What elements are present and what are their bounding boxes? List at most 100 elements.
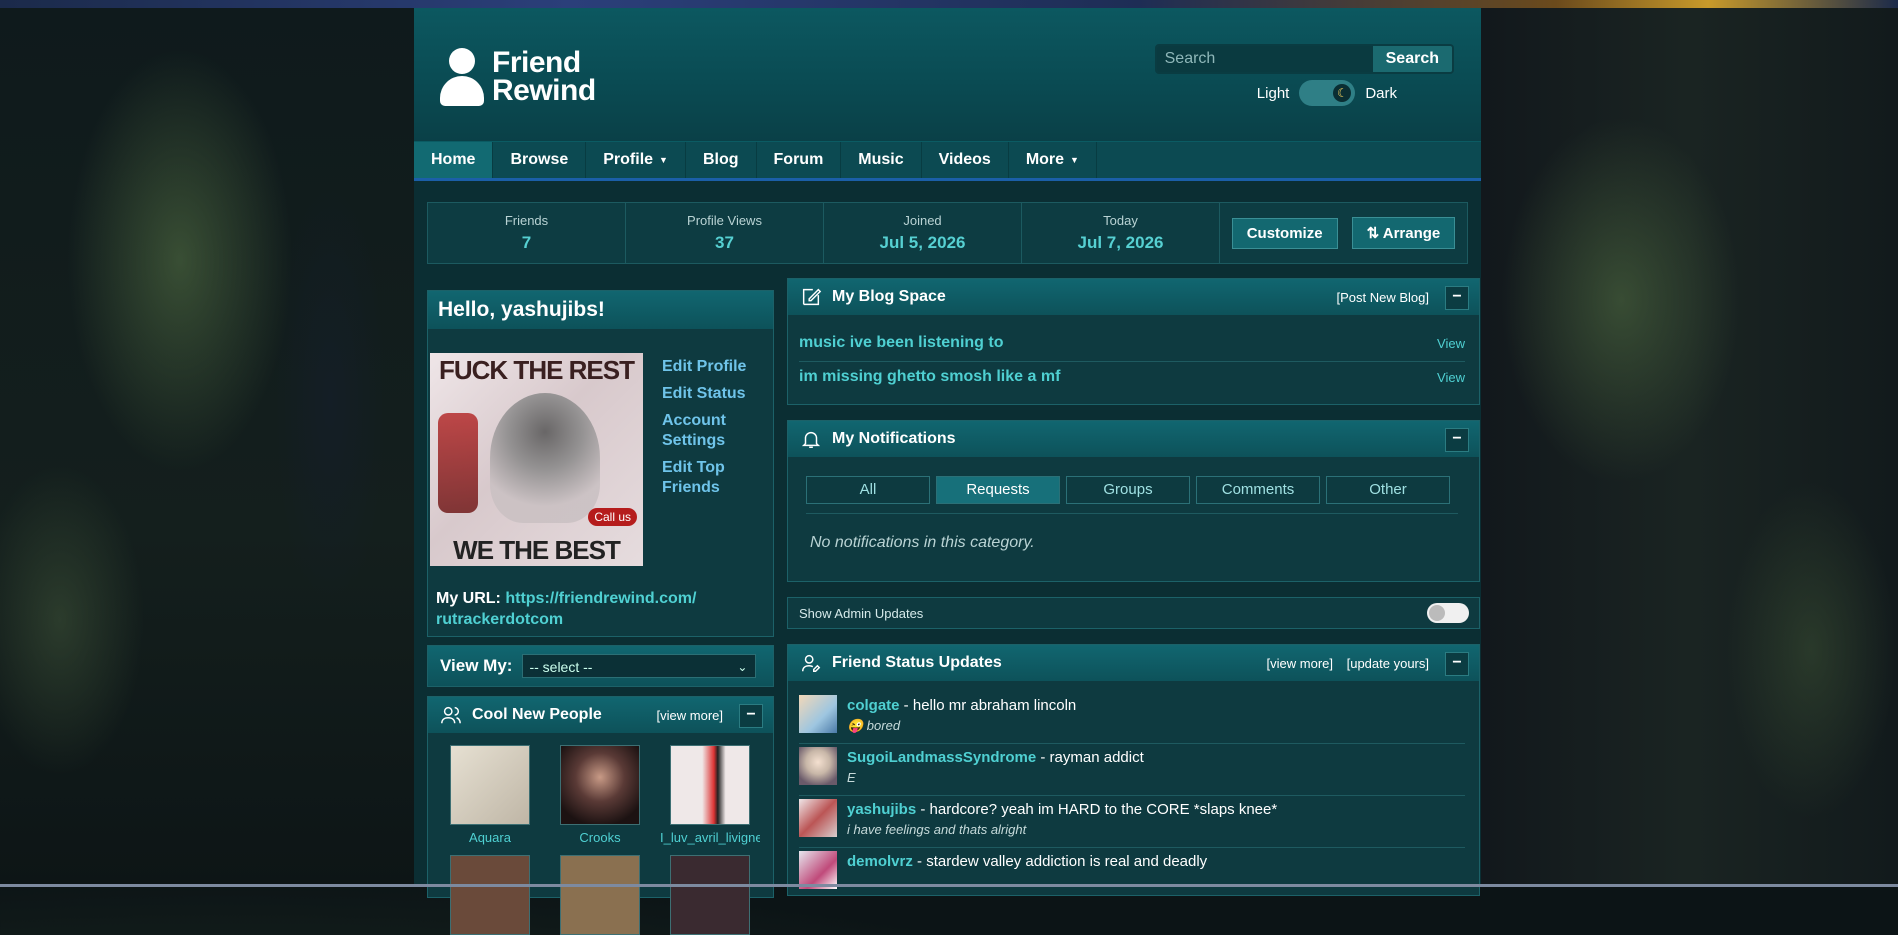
friend-name: I_luv_avril_livigne [660, 830, 760, 845]
divider [806, 513, 1458, 514]
friend-card[interactable]: Crooks [550, 745, 650, 845]
nav-music[interactable]: Music [841, 142, 922, 178]
friend-photo [670, 855, 750, 935]
logo-text: Friend Rewind [492, 48, 596, 106]
status-user[interactable]: colgate [847, 697, 900, 714]
hello-heading: Hello, yashujibs! [428, 291, 773, 329]
nav-profile[interactable]: Profile ▼ [586, 142, 686, 178]
friend-name: Aquara [469, 830, 511, 845]
blog-entry[interactable]: music ive been listening to View [799, 334, 1465, 352]
arrange-button[interactable]: ⇅ Arrange [1351, 217, 1456, 249]
notifications-panel: My Notifications − All Requests Groups C… [787, 420, 1480, 582]
avatar-text-top: FUCK THE REST [439, 355, 635, 385]
view-my-select[interactable]: -- select -- ⌄ [522, 654, 757, 678]
status-user[interactable]: demolvrz [847, 853, 913, 870]
friend-avatar[interactable] [799, 747, 837, 785]
friend-avatar[interactable] [799, 799, 837, 837]
cool-new-people-panel: Cool New People [view more] − Aquara Cro… [427, 696, 774, 935]
cool-people-view-more[interactable]: [view more] [657, 708, 723, 723]
status-mood: 😜 bored [847, 718, 901, 733]
user-icon [802, 654, 821, 672]
friend-photo [560, 745, 640, 825]
status-item: demolvrz - stardew valley addiction is r… [799, 847, 1465, 899]
stats-bar: Friends 7 Profile Views 37 Joined Jul 5, 20… [427, 202, 1468, 264]
view-my-panel: View My: -- select -- ⌄ [427, 645, 774, 687]
friend-photo [560, 855, 640, 935]
collapse-button[interactable]: − [1445, 428, 1469, 452]
stat-profile-views: Profile Views 37 [626, 203, 824, 263]
divider [799, 361, 1465, 362]
collapse-button[interactable]: − [1445, 286, 1469, 310]
admin-updates-toggle[interactable] [1427, 603, 1469, 623]
nav-browse[interactable]: Browse [493, 142, 587, 178]
status-mood: E [847, 770, 856, 785]
friend-card[interactable]: Aquara [440, 745, 540, 845]
friend-card[interactable] [660, 855, 760, 935]
stat-friends: Friends 7 [428, 203, 626, 263]
collapse-button[interactable]: − [1445, 652, 1469, 676]
update-status-link[interactable]: [update yours] [1347, 656, 1429, 671]
admin-updates-label: Show Admin Updates [799, 605, 924, 621]
search-bar: Search [1154, 44, 1454, 74]
bell-icon [801, 431, 821, 448]
status-item: yashujibs - hardcore? yeah im HARD to th… [799, 795, 1465, 848]
tab-requests[interactable]: Requests [936, 476, 1060, 504]
tab-all[interactable]: All [806, 476, 930, 504]
my-url: My URL: https://friendrewind.com/ rutrac… [436, 588, 766, 630]
friend-status-panel: Friend Status Updates [view more] [updat… [787, 644, 1480, 896]
friend-card[interactable] [440, 855, 540, 935]
friend-avatar[interactable] [799, 695, 837, 733]
friend-card[interactable]: I_luv_avril_livigne [660, 745, 760, 845]
collapse-button[interactable]: − [739, 704, 763, 728]
admin-updates-row: Show Admin Updates [787, 597, 1480, 629]
blog-view-link[interactable]: View [1437, 370, 1465, 385]
search-input[interactable] [1156, 46, 1373, 72]
nav-blog[interactable]: Blog [686, 142, 757, 178]
edit-top-friends-link[interactable]: Edit Top Friends [662, 458, 762, 498]
stat-buttons: Customize ⇅ Arrange [1220, 203, 1467, 263]
status-item: SugoiLandmassSyndrome - rayman addict E [799, 743, 1465, 796]
blog-header: My Blog Space [Post New Blog] − [788, 279, 1479, 315]
friend-photo [670, 745, 750, 825]
chevron-down-icon: ⌄ [737, 660, 748, 674]
site-header: Friend Rewind Search Light ☾ Dark [414, 8, 1481, 141]
theme-switch: Light ☾ Dark [1257, 80, 1397, 106]
caret-down-icon: ▼ [1070, 155, 1079, 165]
theme-toggle[interactable]: ☾ [1299, 80, 1356, 106]
friend-photo [450, 745, 530, 825]
nav-more[interactable]: More ▼ [1009, 142, 1097, 178]
site-logo[interactable]: Friend Rewind [440, 48, 596, 106]
status-item: colgate - hello mr abraham lincoln 😜 bor… [799, 691, 1465, 744]
tab-comments[interactable]: Comments [1196, 476, 1320, 504]
my-url-label: My URL: [436, 590, 501, 607]
nav-videos[interactable]: Videos [922, 142, 1009, 178]
customize-button[interactable]: Customize [1231, 217, 1338, 249]
profile-avatar[interactable]: FUCK THE REST Call us WE THE BEST [430, 353, 643, 566]
status-view-more-link[interactable]: [view more] [1267, 656, 1333, 671]
nav-home[interactable]: Home [414, 142, 494, 178]
stat-joined: Joined Jul 5, 2026 [824, 203, 1022, 263]
friend-name: Crooks [579, 830, 621, 845]
blog-entry[interactable]: im missing ghetto smosh like a mf View [799, 368, 1465, 386]
status-user[interactable]: SugoiLandmassSyndrome [847, 749, 1036, 766]
dark-label: Dark [1365, 84, 1397, 102]
account-settings-link[interactable]: Account Settings [662, 411, 762, 451]
tab-other[interactable]: Other [1326, 476, 1450, 504]
blog-panel: My Blog Space [Post New Blog] − music iv… [787, 278, 1480, 405]
edit-status-link[interactable]: Edit Status [662, 384, 762, 404]
blog-view-link[interactable]: View [1437, 336, 1465, 351]
status-user[interactable]: yashujibs [847, 801, 916, 818]
background-left [0, 0, 414, 887]
nav-forum[interactable]: Forum [757, 142, 842, 178]
main-nav: Home Browse Profile ▼ Blog Forum Music Vi… [414, 141, 1481, 181]
friend-card[interactable] [550, 855, 650, 935]
browser-top-strip [0, 0, 1898, 8]
caret-down-icon: ▼ [659, 155, 668, 165]
tab-groups[interactable]: Groups [1066, 476, 1190, 504]
status-mood: i have feelings and thats alright [847, 822, 1027, 837]
post-new-blog-link[interactable]: [Post New Blog] [1337, 290, 1430, 305]
search-button[interactable]: Search [1372, 46, 1452, 72]
notifications-header: My Notifications − [788, 421, 1479, 457]
people-icon [441, 706, 461, 724]
edit-profile-link[interactable]: Edit Profile [662, 357, 762, 377]
